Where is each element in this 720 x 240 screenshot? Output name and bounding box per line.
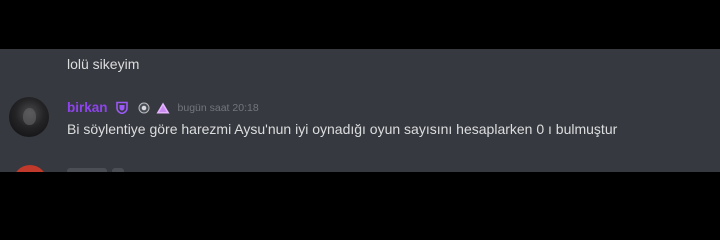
next-message-author-placeholder xyxy=(67,168,107,172)
next-message-badge-placeholder xyxy=(112,168,124,172)
message-continuation-text: lolü sikeyim xyxy=(67,56,140,72)
author-name[interactable]: birkan xyxy=(67,100,108,115)
message-timestamp[interactable]: bugün saat 20:18 xyxy=(178,102,259,114)
triangle-badge-icon[interactable] xyxy=(156,102,170,114)
author-avatar[interactable] xyxy=(9,97,49,137)
next-message-avatar[interactable] xyxy=(13,165,47,172)
shield-badge-icon[interactable] xyxy=(115,101,128,114)
avatar-face xyxy=(23,108,36,125)
server-booster-icon[interactable] xyxy=(138,102,150,114)
message-body-text: Bi söylentiye göre harezmi Aysu'nun iyi … xyxy=(67,121,618,137)
chat-panel: lolü sikeyim birkan bugün saat 20:18 Bi xyxy=(0,49,720,172)
message-header: birkan bugün saat 20:18 xyxy=(67,100,259,115)
